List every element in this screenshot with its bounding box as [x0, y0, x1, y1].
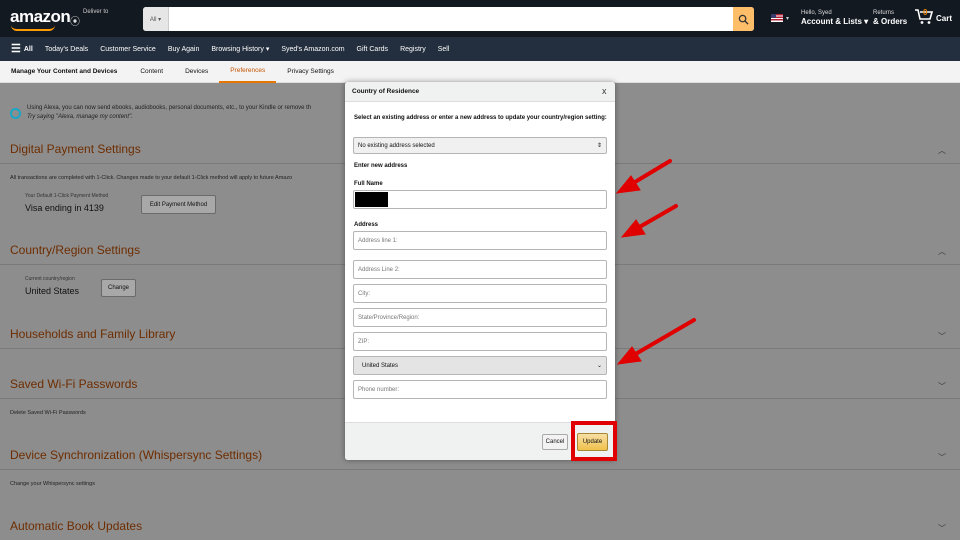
chevron-down-icon[interactable]: ﹀ — [938, 381, 946, 392]
cancel-button[interactable]: Cancel — [542, 434, 568, 450]
nav-item-browsing-history[interactable]: Browsing History ▾ — [211, 45, 269, 53]
search-bar: All ▾ — [143, 7, 754, 31]
full-name-label: Full Name — [354, 181, 383, 187]
cart-count: 0 — [923, 8, 928, 17]
zip-field[interactable]: ZIP: — [353, 332, 607, 351]
nav-item-gift-cards[interactable]: Gift Cards — [357, 46, 389, 53]
location-pin-icon: ⦿ — [70, 17, 80, 28]
payment-method-value: Visa ending in 4139 — [25, 203, 104, 213]
country-region-title[interactable]: Country/Region Settings — [10, 243, 140, 257]
country-select-value: United States — [362, 362, 399, 369]
content-devices-subnav: Manage Your Content and Devices Content … — [0, 61, 960, 83]
tab-content[interactable]: Content — [129, 61, 174, 83]
redacted-name — [355, 192, 388, 207]
nav-item-syeds-amazon[interactable]: Syed's Amazon.com — [281, 46, 344, 53]
nav-item-registry[interactable]: Registry — [400, 46, 426, 53]
chevron-down-icon: ⌄ — [596, 363, 602, 369]
chevron-up-icon[interactable]: ︿ — [938, 145, 946, 156]
hamburger-icon: ☰ — [11, 43, 21, 55]
cart-label: Cart — [936, 14, 953, 23]
existing-address-select[interactable]: No existing address selected ⇕ — [353, 137, 607, 154]
tab-privacy-settings[interactable]: Privacy Settings — [276, 61, 345, 83]
address-label: Address — [354, 222, 379, 228]
deliver-to[interactable]: ⦿ Deliver to — [70, 9, 108, 28]
edit-payment-method-button[interactable]: Edit Payment Method — [141, 195, 216, 214]
tab-preferences[interactable]: Preferences — [219, 61, 277, 83]
us-flag-icon[interactable] — [771, 14, 783, 22]
address-line-2-field[interactable]: Address Line 2: — [353, 260, 607, 279]
account-lists-label: Account & Lists ▾ — [801, 17, 869, 26]
nav-item-buy-again[interactable]: Buy Again — [168, 46, 200, 53]
wifi-passwords-title[interactable]: Saved Wi-Fi Passwords — [10, 377, 137, 391]
country-of-residence-modal: Country of Residence x Select an existin… — [345, 82, 615, 460]
country-select[interactable]: United States ⌄ — [353, 356, 607, 375]
address-line-1-field[interactable]: Address line 1: — [353, 231, 607, 250]
city-field[interactable]: City: — [353, 284, 607, 303]
current-country-value: United States — [25, 286, 80, 296]
modal-title: Country of Residence — [352, 88, 420, 95]
returns-orders[interactable]: Returns & Orders — [873, 10, 907, 26]
digital-payment-desc: All transactions are completed with 1-Cl… — [10, 175, 293, 181]
search-category-dropdown[interactable]: All ▾ — [143, 7, 169, 31]
new-address-heading: Enter new address — [354, 163, 408, 169]
modal-instructions: Select an existing address or enter a ne… — [354, 115, 607, 121]
wifi-passwords-desc: Delete Saved Wi-Fi Passwords — [10, 410, 86, 416]
account-lists[interactable]: Hello, Syed Account & Lists ▾ — [801, 10, 868, 26]
select-arrows-icon: ⇕ — [596, 143, 602, 149]
alexa-icon — [10, 107, 21, 119]
divider — [0, 469, 960, 470]
chevron-down-icon[interactable]: ﹀ — [938, 452, 946, 463]
state-field[interactable]: State/Province/Region: — [353, 308, 607, 327]
update-highlight-box — [571, 421, 617, 461]
orders-label: & Orders — [873, 17, 908, 26]
whispersync-desc: Change your Whispersync settings — [10, 481, 95, 487]
returns-label: Returns — [873, 10, 895, 16]
cart[interactable]: 0 Cart — [914, 7, 952, 25]
account-greeting: Hello, Syed — [801, 10, 832, 16]
nav-item-todays-deals[interactable]: Today's Deals — [45, 46, 88, 53]
close-icon[interactable]: x — [602, 86, 607, 96]
alexa-line-2: Try saying "Alexa, manage my content". — [27, 114, 133, 120]
alexa-banner: Using Alexa, you can now send ebooks, au… — [10, 96, 340, 130]
full-name-field[interactable] — [353, 190, 607, 209]
chevron-down-icon[interactable]: ﹀ — [938, 331, 946, 342]
amazon-smile-icon — [11, 25, 55, 31]
nav-item-customer-service[interactable]: Customer Service — [100, 46, 156, 53]
chevron-up-icon[interactable]: ︿ — [938, 246, 946, 257]
chevron-down-icon[interactable]: ﹀ — [938, 523, 946, 534]
search-button[interactable] — [733, 7, 754, 31]
book-updates-title[interactable]: Automatic Book Updates — [10, 519, 142, 533]
subnav-title[interactable]: Manage Your Content and Devices — [11, 68, 117, 75]
alexa-line-1: Using Alexa, you can now send ebooks, au… — [27, 105, 312, 111]
caret-down-icon: ▾ — [786, 16, 790, 22]
phone-number-field[interactable]: Phone number: — [353, 380, 607, 399]
search-input[interactable] — [169, 7, 733, 31]
main-nav: ☰ All Today's Deals Customer Service Buy … — [0, 37, 960, 61]
nav-all-menu[interactable]: ☰ All — [11, 43, 33, 55]
deliver-to-label: Deliver to — [83, 9, 109, 15]
tab-devices[interactable]: Devices — [174, 61, 219, 83]
existing-address-value: No existing address selected — [358, 142, 435, 149]
nav-item-sell[interactable]: Sell — [438, 46, 450, 53]
payment-method-label: Your Default 1-Click Payment Method — [25, 193, 109, 199]
digital-payment-title[interactable]: Digital Payment Settings — [10, 142, 141, 156]
households-title[interactable]: Households and Family Library — [10, 327, 175, 341]
amazon-logo[interactable]: amazon — [10, 7, 71, 27]
whispersync-title[interactable]: Device Synchronization (Whispersync Sett… — [10, 448, 262, 462]
change-country-button[interactable]: Change — [101, 279, 136, 297]
search-icon — [738, 14, 749, 25]
current-country-label: Current country/region — [25, 276, 75, 282]
